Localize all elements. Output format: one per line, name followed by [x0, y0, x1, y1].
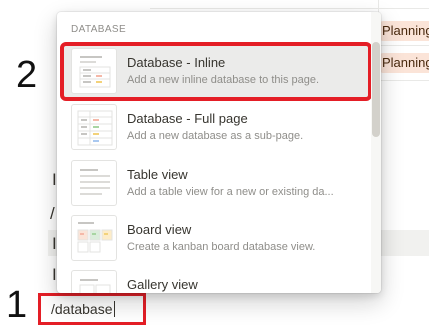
menu-item-database-full-page[interactable]: Database - Full page Add a new database … [63, 101, 369, 154]
menu-item-description: Add a table view for a new or existing d… [127, 186, 334, 198]
menu-section-label: DATABASE [71, 24, 127, 35]
status-tag[interactable]: Planning [380, 21, 429, 41]
menu-item-title: Gallery view [127, 277, 198, 292]
menu-item-title: Database - Inline [127, 55, 226, 70]
status-tag[interactable]: Planning [380, 53, 429, 73]
menu-item-board-view[interactable]: Board view Create a kanban board databas… [63, 212, 369, 265]
block-command-menu: DATABASE Database - Inline Add a new inl… [57, 12, 381, 293]
menu-scrollbar-thumb[interactable] [372, 42, 380, 137]
menu-scrollbar[interactable] [371, 12, 381, 293]
menu-item-description: Create a kanban board database view. [127, 241, 316, 253]
menu-item-title: Table view [127, 167, 188, 182]
menu-item-description: Add a new inline database to this page. [127, 74, 320, 86]
menu-item-gallery-view[interactable]: Gallery view [63, 267, 369, 293]
text-caret [113, 301, 115, 317]
menu-item-table-view[interactable]: Table view Add a table view for a new or… [63, 157, 369, 210]
menu-item-title: Database - Full page [127, 111, 248, 126]
full-page-database-thumbnail-icon [71, 104, 117, 150]
gallery-view-thumbnail-icon [71, 270, 117, 293]
table-view-thumbnail-icon [71, 160, 117, 206]
slash-command-text: /database [51, 301, 115, 317]
menu-item-database-inline[interactable]: Database - Inline Add a new inline datab… [60, 42, 372, 101]
table-divider [150, 8, 429, 9]
step-one-annotation: 1 [6, 284, 28, 326]
slash-command-input[interactable]: /database [38, 293, 146, 325]
menu-item-description: Add a new database as a sub-page. [127, 130, 304, 142]
menu-item-title: Board view [127, 222, 192, 237]
inline-database-thumbnail-icon [71, 48, 117, 94]
board-view-thumbnail-icon [71, 215, 117, 261]
page-text-fragment: / [50, 204, 55, 223]
step-two-annotation: 2 [16, 54, 38, 96]
